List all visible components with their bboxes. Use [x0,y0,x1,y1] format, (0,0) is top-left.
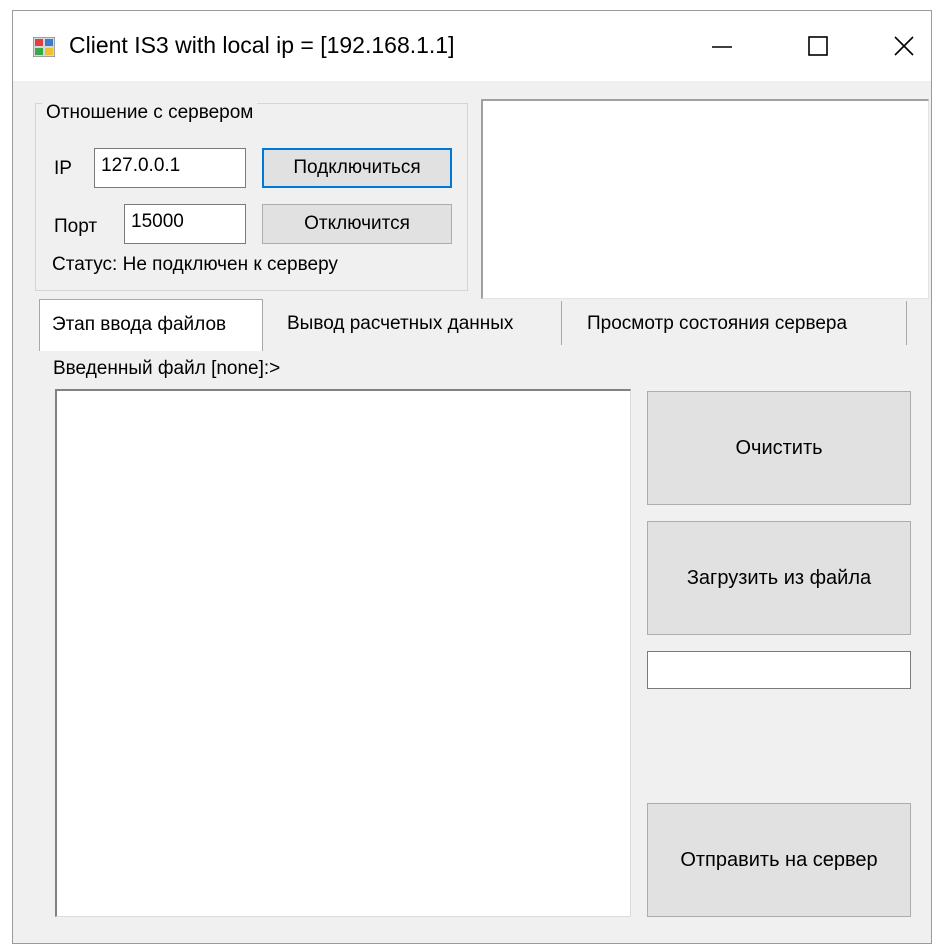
tab-calculated-output[interactable]: Вывод расчетных данных [273,299,553,349]
tab-file-input[interactable]: Этап ввода файлов [39,299,263,351]
load-from-file-button[interactable]: Загрузить из файла [647,521,911,635]
tab-label: Этап ввода файлов [52,314,227,335]
server-log-box[interactable] [481,99,929,299]
app-window-icon [33,37,55,57]
filename-input[interactable] [647,651,911,689]
maximize-button[interactable] [783,11,853,81]
window-title: Client IS3 with local ip = [192.168.1.1] [69,32,455,58]
title-bar[interactable]: Client IS3 with local ip = [192.168.1.1] [13,11,931,81]
clear-button[interactable]: Очистить [647,391,911,505]
close-button[interactable] [869,11,939,81]
port-label: Порт [54,216,98,237]
server-connection-group: Отношение с сервером IP 127.0.0.1 Подклю… [35,102,468,291]
main-window: Client IS3 with local ip = [192.168.1.1]… [12,10,932,944]
tab-separator [561,301,562,345]
file-content-textarea[interactable] [55,389,631,917]
tab-label: Просмотр состояния сервера [587,313,848,334]
connect-button[interactable]: Подключиться [262,148,452,188]
close-icon [894,36,914,56]
port-input[interactable]: 15000 [124,204,246,244]
minimize-icon [712,46,732,48]
group-title: Отношение с сервером [42,102,258,124]
ip-label: IP [54,158,72,179]
maximize-icon [808,36,828,56]
ip-input[interactable]: 127.0.0.1 [94,148,246,188]
status-text: Статус: Не подключен к серверу [52,254,338,275]
input-file-label: Введенный файл [none]:> [53,358,281,379]
tab-server-status[interactable]: Просмотр состояния сервера [573,299,903,349]
minimize-button[interactable] [687,11,757,81]
tab-separator [906,301,907,345]
send-to-server-button[interactable]: Отправить на сервер [647,803,911,917]
disconnect-button[interactable]: Отключится [262,204,452,244]
tab-label: Вывод расчетных данных [287,313,514,334]
